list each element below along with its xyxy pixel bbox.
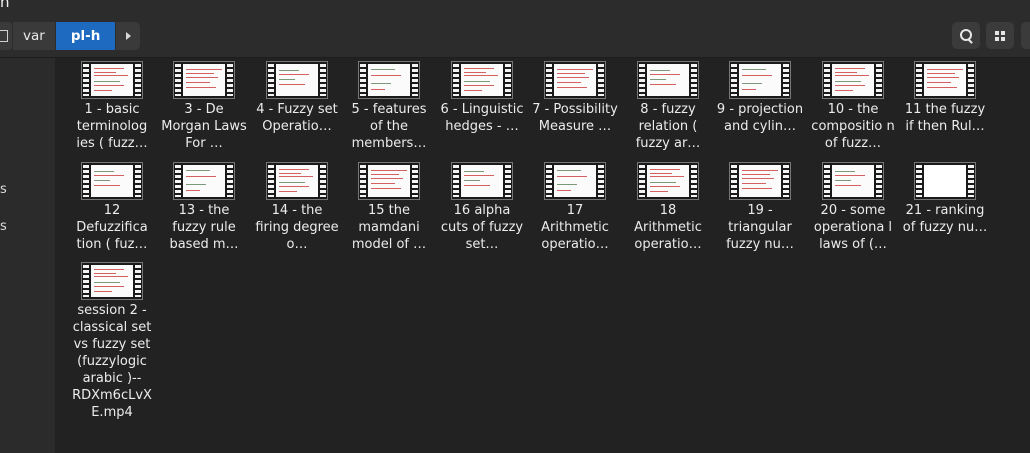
file-item[interactable]: 1 - basic terminolog ies ( fuzz… <box>66 58 158 152</box>
header-bar: n var pl-h <box>0 0 1030 58</box>
file-name: 21 - ranking of fuzzy nu… <box>902 203 988 235</box>
file-name: 12 Defuzzifica tion ( fuz… <box>76 203 148 252</box>
sidebar-item[interactable]: s <box>0 182 7 197</box>
video-file-icon <box>358 61 420 99</box>
file-name: 6 - Linguistic hedges - … <box>440 102 524 134</box>
video-file-icon <box>451 61 513 99</box>
file-item[interactable]: 12 Defuzzifica tion ( fuz… <box>66 159 158 253</box>
file-item[interactable]: 16 alpha cuts of fuzzy set… <box>436 159 528 253</box>
menu-button[interactable] <box>1021 22 1030 49</box>
video-file-icon <box>451 162 513 200</box>
file-name: 15 the mamdani model of … <box>351 203 427 252</box>
video-file-icon <box>822 61 884 99</box>
file-item[interactable]: 7 - Possibility Measure … <box>529 58 621 135</box>
file-item[interactable]: 21 - ranking of fuzzy nu… <box>899 159 991 236</box>
path-root-button[interactable] <box>0 22 12 50</box>
file-name: 13 - the fuzzy rule based m… <box>169 203 239 252</box>
path-bar: var pl-h <box>0 22 141 50</box>
video-file-icon <box>544 61 606 99</box>
video-file-icon <box>81 162 143 200</box>
file-name: 11 the fuzzy if then Rul… <box>904 102 986 134</box>
video-file-icon <box>914 61 976 99</box>
file-name: 14 - the firing degree o… <box>255 203 339 252</box>
file-item[interactable]: 6 - Linguistic hedges - … <box>436 58 528 135</box>
sidebar-item[interactable]: s <box>0 219 7 234</box>
video-file-icon <box>266 162 328 200</box>
file-item[interactable]: 10 - the compositio n of fuzz… <box>807 58 899 152</box>
file-name: session 2 - classical set vs fuzzy set (… <box>72 303 152 420</box>
file-name: 4 - Fuzzy set Operatio… <box>256 102 338 134</box>
path-segment-var[interactable]: var <box>13 22 55 50</box>
video-file-icon <box>544 162 606 200</box>
file-item[interactable]: 3 - De Morgan Laws For … <box>158 58 250 152</box>
file-name: 17 Arithmetic operatio… <box>541 203 609 252</box>
file-grid: 1 - basic terminolog ies ( fuzz… 3 - De M… <box>56 58 1030 453</box>
file-name: 1 - basic terminolog ies ( fuzz… <box>76 102 148 151</box>
file-item[interactable]: session 2 - classical set vs fuzzy set (… <box>66 259 158 421</box>
file-item[interactable]: 5 - features of the members… <box>343 58 435 152</box>
file-item[interactable]: 14 - the firing degree o… <box>251 159 343 253</box>
view-toggle-button[interactable] <box>986 22 1014 49</box>
file-item[interactable]: 15 the mamdani model of … <box>343 159 435 253</box>
file-name: 18 Arithmetic operatio… <box>634 203 702 252</box>
video-file-icon <box>358 162 420 200</box>
file-name: 7 - Possibility Measure … <box>532 102 618 134</box>
file-name: 10 - the compositio n of fuzz… <box>811 102 895 151</box>
file-item[interactable]: 17 Arithmetic operatio… <box>529 159 621 253</box>
file-item[interactable]: 18 Arithmetic operatio… <box>622 159 714 253</box>
file-item[interactable]: 13 - the fuzzy rule based m… <box>158 159 250 253</box>
path-segment-pl-h[interactable]: pl-h <box>55 22 116 50</box>
video-file-icon <box>729 61 791 99</box>
file-item[interactable]: 19 - triangular fuzzy nu… <box>714 159 806 253</box>
sidebar: s s <box>0 58 55 453</box>
video-file-icon <box>637 162 699 200</box>
file-name: 9 - projection and cylin… <box>716 102 804 134</box>
window-title: n <box>0 0 10 11</box>
video-file-icon <box>914 162 976 200</box>
video-file-icon <box>822 162 884 200</box>
file-name: 20 - some operationa l laws of (… <box>813 203 893 252</box>
file-name: 19 - triangular fuzzy nu… <box>726 203 794 252</box>
drive-icon <box>0 30 8 42</box>
video-file-icon <box>266 61 328 99</box>
file-name: 3 - De Morgan Laws For … <box>161 102 247 151</box>
file-item[interactable]: 9 - projection and cylin… <box>714 58 806 135</box>
video-file-icon <box>173 61 235 99</box>
file-name: 5 - features of the members… <box>351 102 427 151</box>
path-forward-icon <box>125 32 131 40</box>
file-item[interactable]: 20 - some operationa l laws of (… <box>807 159 899 253</box>
path-forward-button[interactable] <box>116 22 141 50</box>
video-file-icon <box>637 61 699 99</box>
file-name: 16 alpha cuts of fuzzy set… <box>440 203 524 252</box>
video-file-icon <box>81 61 143 99</box>
file-item[interactable]: 4 - Fuzzy set Operatio… <box>251 58 343 135</box>
file-item[interactable]: 11 the fuzzy if then Rul… <box>899 58 991 135</box>
video-file-icon <box>173 162 235 200</box>
video-file-icon <box>81 262 143 300</box>
file-name: 8 - fuzzy relation ( fuzzy ar… <box>635 102 701 151</box>
video-file-icon <box>729 162 791 200</box>
search-button[interactable] <box>952 22 980 49</box>
file-item[interactable]: 8 - fuzzy relation ( fuzzy ar… <box>622 58 714 152</box>
